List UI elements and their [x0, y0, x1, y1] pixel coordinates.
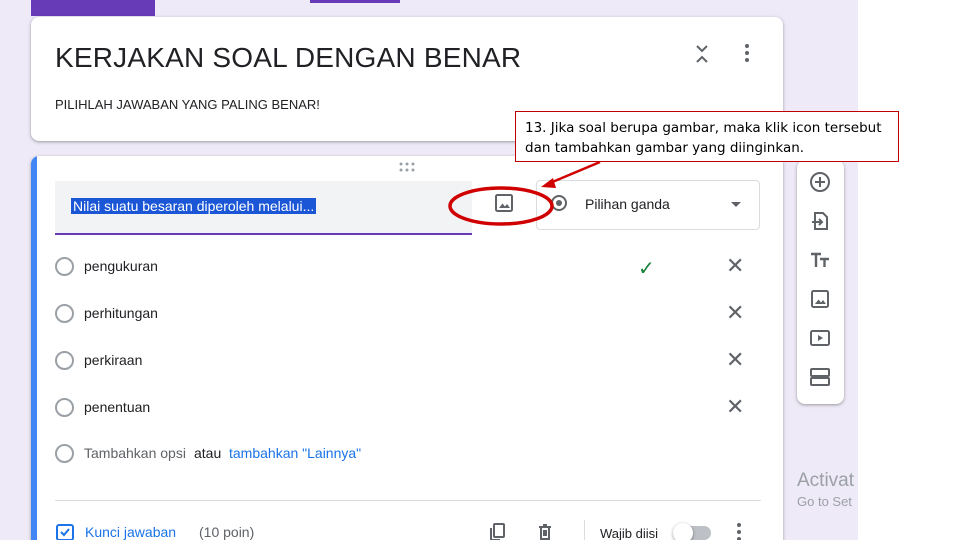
- radio-icon: [55, 444, 74, 463]
- radio-type-icon: [551, 195, 567, 211]
- question-card[interactable]: Nilai suatu besaran diperoleh melalui...…: [31, 156, 783, 540]
- radio-icon: [55, 351, 74, 370]
- add-other-link[interactable]: tambahkan "Lainnya": [229, 445, 361, 461]
- option-row[interactable]: pengukuran ✓ ✕: [55, 253, 755, 281]
- text-icon[interactable]: [809, 249, 831, 271]
- option-row[interactable]: perhitungan ✕: [55, 300, 755, 328]
- video-icon[interactable]: [809, 327, 831, 349]
- radio-icon: [55, 398, 74, 417]
- option-label[interactable]: perhitungan: [84, 305, 158, 321]
- required-toggle[interactable]: [673, 523, 711, 540]
- question-type-label: Pilihan ganda: [585, 196, 670, 212]
- floating-toolbar: [797, 160, 844, 404]
- add-option-row: Tambahkan opsi atau tambahkan "Lainnya": [55, 440, 755, 468]
- chevron-down-icon: [731, 202, 741, 207]
- section-icon[interactable]: [809, 366, 831, 388]
- drag-handle-icon[interactable]: [398, 161, 416, 176]
- divider: [55, 500, 761, 501]
- question-text: Nilai suatu besaran diperoleh melalui...: [71, 198, 317, 214]
- radio-icon: [55, 304, 74, 323]
- trash-icon[interactable]: [535, 522, 555, 540]
- question-type-select[interactable]: Pilihan ganda: [536, 180, 760, 230]
- option-row[interactable]: perkiraan ✕: [55, 347, 755, 375]
- active-tab-indicator: [31, 0, 155, 16]
- tab-indicator: [310, 0, 400, 3]
- option-row[interactable]: penentuan ✕: [55, 394, 755, 422]
- image-icon[interactable]: [493, 192, 515, 214]
- vertical-divider: [584, 520, 585, 540]
- watermark-line-1: Activat: [797, 470, 855, 491]
- more-vert-icon[interactable]: [731, 522, 747, 540]
- question-input[interactable]: Nilai suatu besaran diperoleh melalui...: [55, 181, 472, 235]
- watermark-line-2: Go to Set: [797, 494, 852, 509]
- form-description[interactable]: PILIHLAH JAWABAN YANG PALING BENAR!: [55, 97, 320, 112]
- image-icon[interactable]: [809, 288, 831, 310]
- add-circle-icon[interactable]: [809, 171, 831, 193]
- activation-watermark: Activat Go to Set: [797, 470, 854, 509]
- radio-icon: [55, 257, 74, 276]
- answer-key-link[interactable]: Kunci jawaban: [85, 524, 176, 540]
- annotation-callout: 13. Jika soal berupa gambar, maka klik i…: [515, 111, 899, 162]
- more-vert-icon[interactable]: [739, 43, 755, 68]
- copy-icon[interactable]: [487, 522, 507, 540]
- form-editor-canvas: KERJAKAN SOAL DENGAN BENAR PILIHLAH JAWA…: [0, 0, 858, 540]
- collapse-icon[interactable]: [693, 43, 711, 70]
- check-icon: ✓: [638, 258, 655, 280]
- form-title[interactable]: KERJAKAN SOAL DENGAN BENAR: [55, 42, 521, 74]
- option-label[interactable]: perkiraan: [84, 352, 142, 368]
- checkbox-icon[interactable]: [55, 522, 75, 540]
- import-icon[interactable]: [809, 210, 831, 232]
- close-icon[interactable]: ✕: [726, 347, 744, 373]
- points-label: (10 poin): [199, 524, 255, 540]
- option-label[interactable]: pengukuran: [84, 258, 158, 274]
- or-text: atau: [194, 445, 222, 461]
- close-icon[interactable]: ✕: [726, 300, 744, 326]
- question-footer: Kunci jawaban (10 poin) Wajib diisi: [55, 520, 761, 540]
- option-label[interactable]: penentuan: [84, 399, 150, 415]
- required-label: Wajib diisi: [600, 526, 659, 540]
- close-icon[interactable]: ✕: [726, 253, 744, 279]
- close-icon[interactable]: ✕: [726, 394, 744, 420]
- add-option-link[interactable]: Tambahkan opsi: [84, 445, 186, 461]
